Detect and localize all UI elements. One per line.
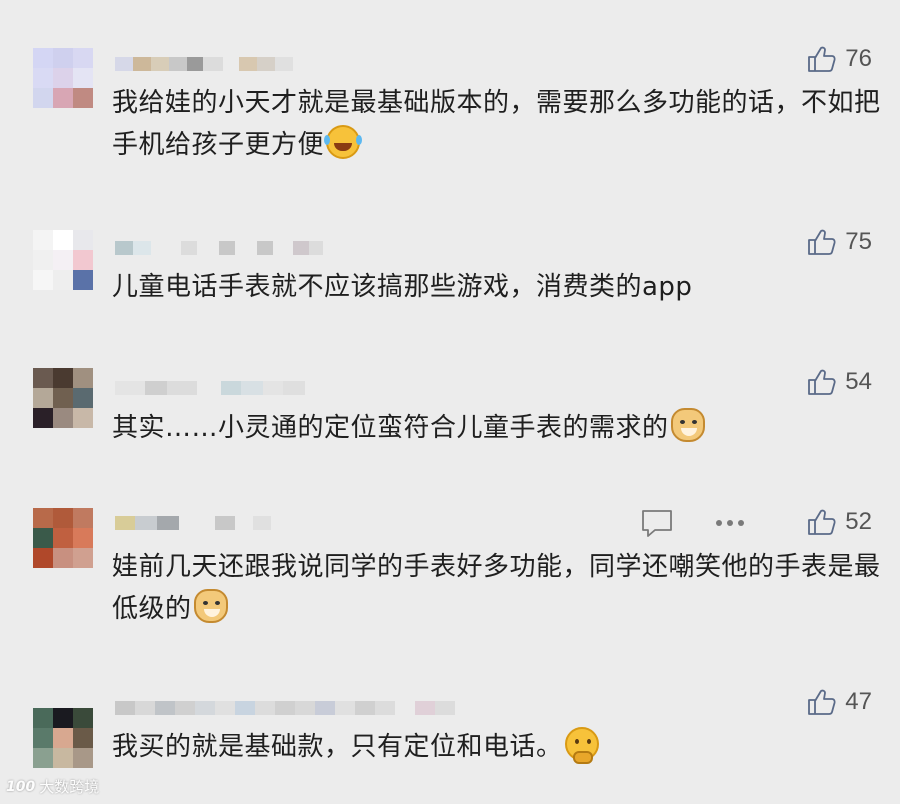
- like-button[interactable]: 47: [807, 687, 872, 717]
- like-count: 54: [845, 368, 872, 395]
- reply-icon[interactable]: [640, 508, 674, 538]
- watermark-text: 大数跨境: [39, 778, 100, 796]
- thinking-icon: [564, 727, 599, 764]
- comment-text: 娃前几天还跟我说同学的手表好多功能，同学还嘲笑他的手表是最低级的: [112, 546, 882, 630]
- username-blurred[interactable]: [115, 241, 323, 255]
- thumbs-up-icon: [808, 229, 836, 255]
- username-blurred[interactable]: [115, 381, 305, 395]
- thumbs-up-icon: [808, 689, 836, 715]
- like-count: 52: [845, 508, 872, 535]
- like-button[interactable]: 54: [807, 367, 872, 397]
- more-icon[interactable]: [714, 518, 746, 528]
- comment-body: 其实……小灵通的定位蛮符合儿童手表的需求的: [112, 413, 669, 443]
- username-blurred[interactable]: [115, 57, 293, 71]
- comment-body: 我买的就是基础款，只有定位和电话。: [112, 732, 563, 762]
- comment-body: 儿童电话手表就不应该搞那些游戏，消费类的app: [112, 272, 693, 302]
- thumbs-up-icon: [808, 369, 836, 395]
- username-blurred[interactable]: [115, 701, 455, 715]
- comment-body: 我给娃的小天才就是最基础版本的，需要那么多功能的话，不如把手机给孩子更方便: [112, 88, 881, 160]
- avatar[interactable]: [33, 708, 93, 768]
- like-button[interactable]: 75: [807, 227, 872, 257]
- comment-actions: [640, 508, 746, 538]
- like-count: 47: [845, 688, 872, 715]
- doge-icon: [670, 408, 705, 442]
- comment-text: 其实……小灵通的定位蛮符合儿童手表的需求的: [112, 407, 882, 449]
- comment-text: 儿童电话手表就不应该搞那些游戏，消费类的app: [112, 266, 882, 308]
- comment-text: 我给娃的小天才就是最基础版本的，需要那么多功能的话，不如把手机给孩子更方便: [112, 82, 882, 166]
- like-button[interactable]: 52: [807, 507, 872, 537]
- comment-body: 娃前几天还跟我说同学的手表好多功能，同学还嘲笑他的手表是最低级的: [112, 552, 881, 624]
- username-blurred[interactable]: [115, 516, 271, 530]
- avatar[interactable]: [33, 368, 93, 428]
- avatar[interactable]: [33, 48, 93, 108]
- doge-icon: [193, 589, 228, 623]
- like-count: 75: [845, 228, 872, 255]
- laughing-with-tears-icon: [324, 125, 361, 159]
- watermark: 100 大数跨境: [6, 776, 99, 797]
- like-button[interactable]: 76: [807, 44, 872, 74]
- like-count: 76: [845, 45, 872, 72]
- comment-text: 我买的就是基础款，只有定位和电话。: [112, 726, 882, 768]
- watermark-logo: 100: [6, 778, 36, 795]
- thumbs-up-icon: [808, 509, 836, 535]
- avatar[interactable]: [33, 508, 93, 568]
- avatar[interactable]: [33, 230, 93, 290]
- thumbs-up-icon: [808, 46, 836, 72]
